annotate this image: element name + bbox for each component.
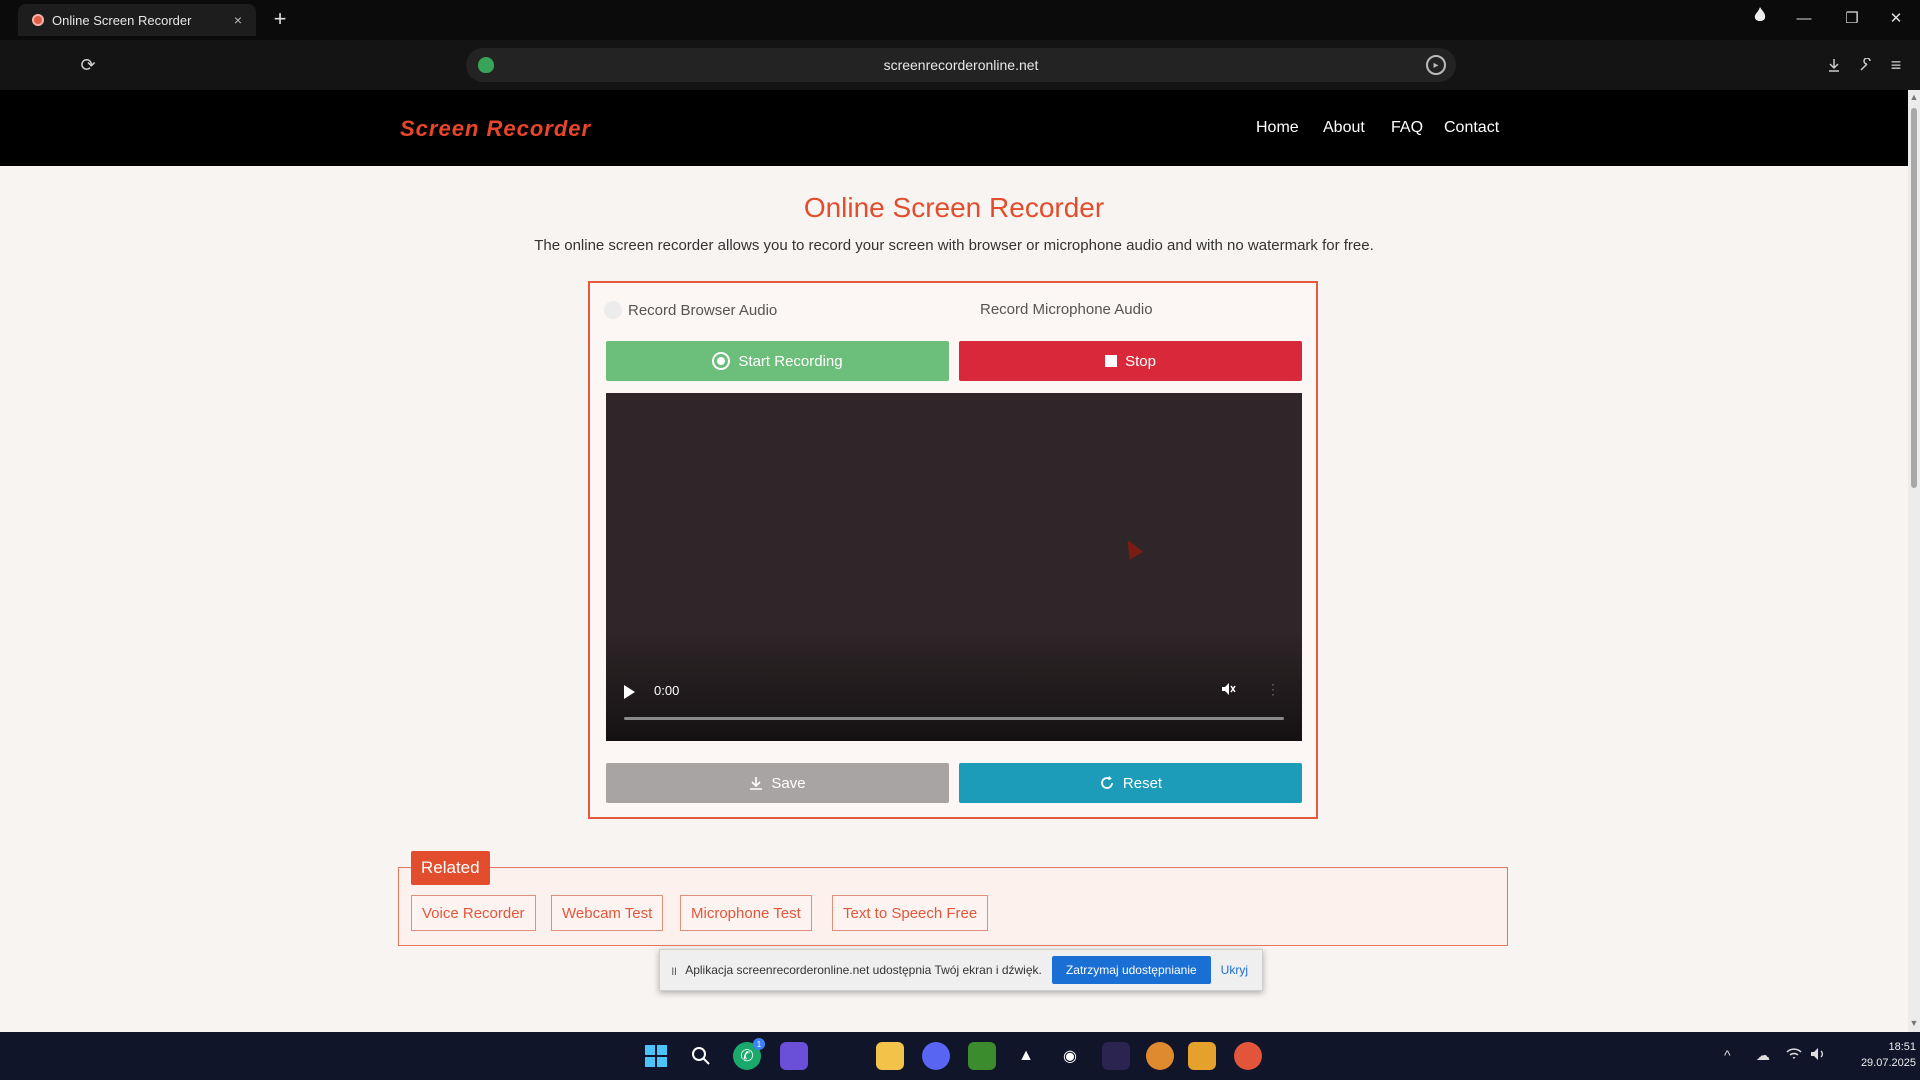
mouse-cursor-icon: [1120, 536, 1144, 560]
clock-date: 29.07.2025: [1860, 1057, 1916, 1069]
browser-icon[interactable]: [1234, 1042, 1262, 1070]
tab-close-icon[interactable]: ×: [230, 12, 246, 28]
minimize-button[interactable]: —: [1790, 6, 1818, 32]
search-icon[interactable]: [687, 1042, 715, 1070]
scroll-down-icon[interactable]: ▼: [1909, 1018, 1919, 1028]
download-icon[interactable]: [1820, 51, 1848, 79]
related-link-microphone-test[interactable]: Microphone Test: [680, 895, 812, 931]
onedrive-icon[interactable]: ☁: [1756, 1047, 1770, 1064]
address-bar[interactable]: screenrecorderonline.net ▸: [466, 48, 1456, 82]
url-text: screenrecorderonline.net: [883, 57, 1039, 73]
related-link-webcam-test[interactable]: Webcam Test: [551, 895, 664, 931]
restore-button[interactable]: ❐: [1838, 6, 1866, 32]
menu-icon[interactable]: ≡: [1882, 51, 1910, 79]
app-dark-icon[interactable]: [1102, 1042, 1130, 1070]
reset-button[interactable]: Reset: [959, 763, 1302, 803]
share-notification-text: Aplikacja screenrecorderonline.net udost…: [685, 963, 1042, 977]
mic-audio-checkbox[interactable]: Record Microphone Audio: [980, 301, 1153, 318]
nav-contact[interactable]: Contact: [1444, 119, 1499, 137]
record-icon: [712, 352, 731, 370]
flame-icon[interactable]: [1746, 6, 1774, 32]
refresh-icon[interactable]: ⟳: [74, 51, 102, 79]
app-purple-icon[interactable]: [780, 1042, 808, 1070]
clock-time: 18:51: [1888, 1041, 1916, 1053]
start-recording-button[interactable]: Start Recording: [606, 341, 949, 381]
file-explorer-icon[interactable]: [876, 1042, 904, 1070]
wifi-icon[interactable]: [1786, 1047, 1802, 1064]
tray-overflow-icon[interactable]: ^: [1724, 1047, 1731, 1063]
scroll-up-icon[interactable]: ▲: [1909, 92, 1919, 102]
checkbox-icon: [604, 301, 622, 319]
new-tab-button[interactable]: +: [268, 6, 292, 32]
page-title: Online Screen Recorder: [803, 192, 1105, 223]
whatsapp-icon[interactable]: ✆ 1: [733, 1038, 765, 1070]
shield-icon: [478, 57, 494, 73]
related-link-text-to-speech[interactable]: Text to Speech Free: [832, 895, 989, 931]
record-favicon-icon: [32, 14, 44, 26]
refresh-icon: [1099, 775, 1115, 791]
reset-label: Reset: [1122, 774, 1163, 792]
page-viewport: Screen Recorder Home About FAQ Contact O…: [0, 90, 1908, 1032]
nav-home[interactable]: Home: [1256, 119, 1299, 137]
system-clock[interactable]: 18:51 29.07.2025: [1852, 1039, 1916, 1071]
minecraft-icon[interactable]: [968, 1042, 996, 1070]
stop-icon: [1105, 355, 1118, 367]
page-description: The online screen recorder allows you to…: [534, 237, 1374, 254]
nav-about[interactable]: About: [1323, 119, 1365, 137]
taskbar: ✆ 1 ▲ ◉ ^ ☁ 18:51 29.07.2025: [0, 1032, 1920, 1080]
windows-start-icon[interactable]: [642, 1042, 670, 1070]
more-options-icon[interactable]: ⋮: [1266, 681, 1280, 698]
screen-share-notification: ॥ Aplikacja screenrecorderonline.net udo…: [659, 949, 1263, 991]
mic-audio-label: Record Microphone Audio: [980, 301, 1153, 318]
recorder-panel: Record Browser Audio Record Microphone A…: [588, 281, 1318, 819]
volume-icon[interactable]: [1810, 1047, 1826, 1064]
app-round-orange-icon[interactable]: [1146, 1042, 1174, 1070]
related-heading: Related: [411, 851, 490, 885]
save-button[interactable]: Save: [606, 763, 949, 803]
drag-handle-icon[interactable]: ॥: [670, 962, 677, 979]
video-progress-bar[interactable]: [624, 717, 1284, 720]
download-icon: [749, 776, 763, 790]
muted-speaker-icon[interactable]: [1220, 681, 1236, 702]
page-scrollbar[interactable]: ▲ ▼: [1908, 90, 1920, 1032]
save-label: Save: [771, 774, 806, 792]
browser-tab[interactable]: Online Screen Recorder ×: [18, 4, 256, 36]
stop-sharing-button[interactable]: Zatrzymaj udostępnianie: [1051, 956, 1211, 984]
steam-icon[interactable]: ◉: [1056, 1042, 1084, 1070]
stop-label: Stop: [1125, 352, 1156, 370]
browser-toolbar: ⟳ screenrecorderonline.net ▸ ≡: [0, 40, 1920, 90]
discord-icon[interactable]: [922, 1042, 950, 1070]
app-yellow-icon[interactable]: [1188, 1042, 1216, 1070]
site-header: Screen Recorder Home About FAQ Contact: [0, 90, 1908, 166]
notification-badge: 1: [753, 1038, 765, 1050]
browser-tabbar: Online Screen Recorder × + — ❐ ✕: [0, 0, 1920, 40]
nav-faq[interactable]: FAQ: [1391, 119, 1423, 137]
hide-button[interactable]: Ukryj: [1221, 963, 1248, 977]
video-time: 0:00: [654, 683, 680, 698]
tab-title: Online Screen Recorder: [52, 12, 192, 28]
start-recording-label: Start Recording: [738, 352, 843, 370]
browser-audio-checkbox[interactable]: Record Browser Audio: [604, 301, 777, 319]
tools-icon[interactable]: [1852, 51, 1880, 79]
related-section: Related Voice Recorder Webcam Test Micro…: [398, 851, 1508, 946]
play-icon[interactable]: [624, 685, 635, 699]
browser-audio-label: Record Browser Audio: [628, 301, 778, 319]
close-window-button[interactable]: ✕: [1882, 6, 1910, 32]
app-orange-icon[interactable]: ▲: [1012, 1042, 1040, 1070]
video-player[interactable]: 0:00 ⋮: [606, 393, 1302, 741]
related-link-voice-recorder[interactable]: Voice Recorder: [411, 895, 536, 931]
stop-button[interactable]: Stop: [959, 341, 1302, 381]
site-logo[interactable]: Screen Recorder: [400, 116, 591, 142]
share-icon[interactable]: ▸: [1426, 55, 1446, 75]
scrollbar-thumb[interactable]: [1911, 108, 1917, 488]
